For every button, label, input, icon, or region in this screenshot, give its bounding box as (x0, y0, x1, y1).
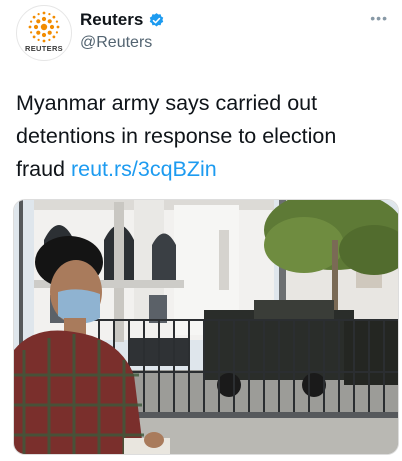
display-name[interactable]: Reuters (80, 10, 143, 30)
more-options-icon[interactable]: ••• (370, 10, 388, 26)
name-row: Reuters (80, 10, 165, 30)
account-avatar[interactable]: REUTERS (16, 5, 72, 61)
verified-badge-icon (150, 12, 164, 26)
tweet-media-photo[interactable] (13, 199, 399, 455)
tweet-text: Myanmar army says carried out detentions… (16, 87, 388, 186)
account-handle[interactable]: @Reuters (80, 34, 152, 52)
avatar-wordmark: REUTERS (25, 44, 63, 53)
reuters-logo-icon (28, 11, 60, 43)
tweet-link[interactable]: reut.rs/3cqBZin (71, 157, 217, 181)
news-photo (14, 200, 398, 454)
tweet-card[interactable]: REUTERS Reuters @Reuters ••• Myanmar arm… (0, 0, 402, 461)
